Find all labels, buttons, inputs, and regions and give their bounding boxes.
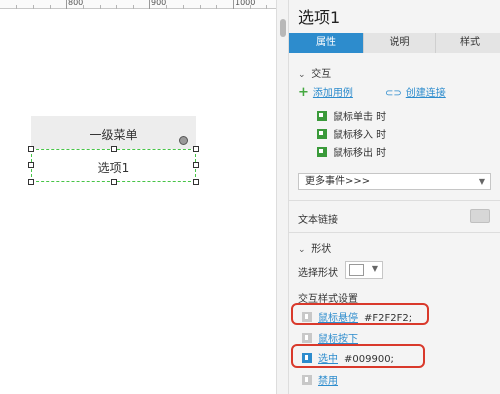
highlight-box	[291, 344, 425, 368]
widget-connector-dot[interactable]	[179, 136, 188, 145]
ruler-minor-tick	[183, 5, 184, 9]
more-events-dropdown[interactable]: 更多事件>>> ▼	[298, 173, 491, 190]
create-link-button[interactable]: ⊂⊃ 创建连接	[385, 84, 446, 99]
resize-handle-bottom-right[interactable]	[193, 179, 199, 185]
cursor-icon	[302, 333, 312, 343]
divider	[289, 232, 500, 233]
event-mouse-leave[interactable]: 鼠标移出 时	[317, 144, 386, 159]
resize-handle-top-right[interactable]	[193, 146, 199, 152]
ruler-minor-tick	[200, 5, 201, 9]
inspector-tabs: 属性 说明 样式	[289, 33, 500, 53]
ruler-minor-tick	[250, 5, 251, 9]
ruler-minor-tick	[266, 5, 267, 9]
shape-swatch	[349, 264, 364, 276]
add-case-label: 添加用例	[312, 88, 353, 99]
create-link-label: 创建连接	[405, 88, 446, 99]
resize-handle-top[interactable]	[111, 146, 117, 152]
more-events-value: 更多事件>>>	[305, 176, 371, 187]
style-disabled-link[interactable]: 禁用	[318, 376, 338, 387]
shape-header-label: 形状	[311, 244, 332, 255]
resize-handle-bottom[interactable]	[111, 179, 117, 185]
resize-handle-right[interactable]	[193, 162, 199, 168]
ruler-minor-tick	[116, 5, 117, 9]
ruler-label: 800	[68, 0, 84, 7]
chevron-down-icon: ▼	[371, 264, 378, 273]
ruler-label: 1000	[235, 0, 256, 7]
shape-section-header[interactable]: ⌄ 形状	[298, 240, 331, 255]
event-cursor-icon	[317, 111, 327, 121]
ruler-tick	[66, 0, 67, 9]
ruler-minor-tick	[216, 5, 217, 9]
ruler-minor-tick	[166, 5, 167, 9]
chevron-down-icon: ⌄	[298, 245, 306, 255]
ruler-minor-tick	[100, 5, 101, 9]
design-canvas[interactable]: 800 900 1000 一级菜单 选项1	[0, 0, 276, 394]
event-label: 鼠标移入 时	[333, 130, 387, 141]
resize-handle-top-left[interactable]	[28, 146, 34, 152]
shape-picker[interactable]: ▼	[345, 261, 383, 279]
style-disabled-row[interactable]: 禁用	[302, 372, 344, 387]
menu-widget-label: 一级菜单	[89, 128, 138, 142]
canvas-vertical-scrollbar[interactable]	[276, 0, 288, 394]
option-widget-label: 选项1	[97, 161, 130, 175]
ruler-label: 900	[151, 0, 167, 7]
resize-handle-left[interactable]	[28, 162, 34, 168]
ruler-minor-tick	[33, 5, 34, 9]
panel-title: 选项1	[298, 8, 341, 27]
ruler-minor-tick	[83, 5, 84, 9]
interaction-section-header[interactable]: ⌄ 交互	[298, 65, 331, 80]
divider	[289, 200, 500, 201]
tab-properties[interactable]: 属性	[289, 33, 364, 53]
chevron-down-icon: ⌄	[298, 70, 306, 80]
event-label: 鼠标单击 时	[333, 112, 387, 123]
ruler-tick	[233, 0, 234, 9]
cursor-icon	[302, 375, 312, 385]
style-mousedown-row[interactable]: 鼠标按下	[302, 330, 364, 345]
event-cursor-icon	[317, 129, 327, 139]
link-icon: ⊂⊃	[385, 88, 402, 99]
plus-icon: +	[298, 85, 309, 100]
tab-style[interactable]: 样式	[439, 33, 500, 53]
inspector-panel: 选项1 属性 说明 样式 ⌄ 交互 + 添加用例 ⊂⊃ 创建连接 鼠标单击 时 鼠标…	[288, 0, 500, 394]
select-shape-label: 选择形状	[298, 268, 338, 279]
horizontal-ruler: 800 900 1000	[0, 0, 276, 9]
event-cursor-icon	[317, 147, 327, 157]
tab-notes[interactable]: 说明	[364, 33, 436, 53]
text-link-label: 文本链接	[298, 215, 338, 226]
event-click[interactable]: 鼠标单击 时	[317, 108, 386, 123]
ruler-tick	[149, 0, 150, 9]
chevron-down-icon: ▼	[478, 177, 485, 186]
text-link-button[interactable]	[470, 209, 490, 223]
add-case-button[interactable]: + 添加用例	[298, 84, 353, 100]
scrollbar-thumb[interactable]	[280, 19, 286, 37]
interaction-header-label: 交互	[311, 69, 332, 80]
event-label: 鼠标移出 时	[333, 148, 387, 159]
event-mouse-enter[interactable]: 鼠标移入 时	[317, 126, 386, 141]
highlight-box	[291, 303, 429, 325]
ruler-minor-tick	[133, 5, 134, 9]
ruler-minor-tick	[50, 5, 51, 9]
resize-handle-bottom-left[interactable]	[28, 179, 34, 185]
ruler-minor-tick	[16, 5, 17, 9]
